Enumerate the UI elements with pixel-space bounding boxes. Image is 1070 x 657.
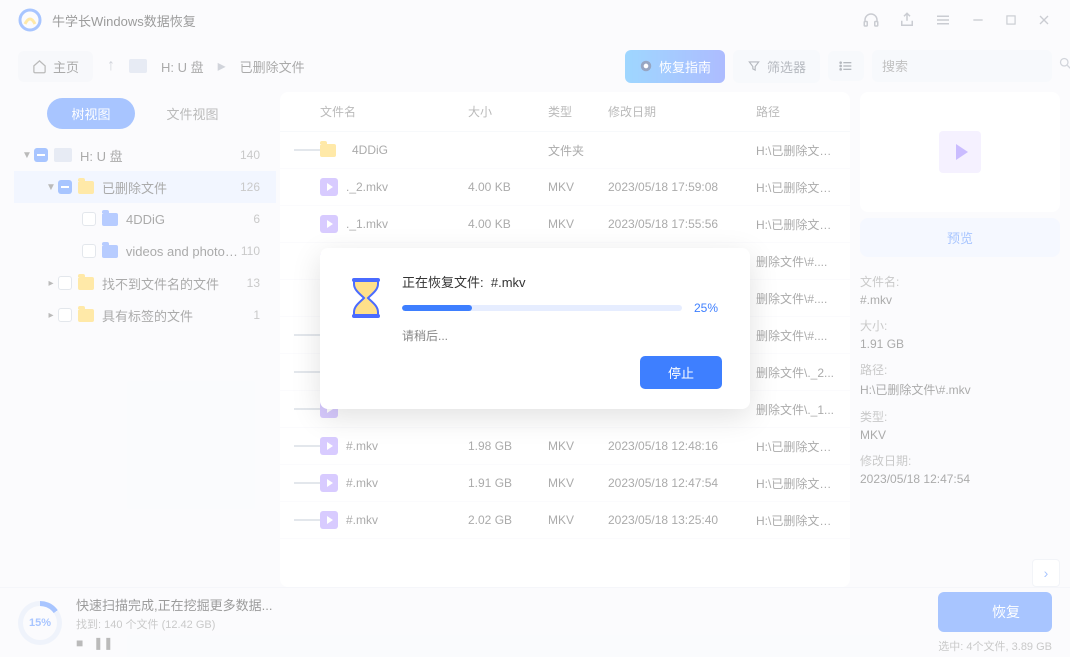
dialog-title: 正在恢复文件: #.mkv xyxy=(402,272,722,291)
hourglass-icon xyxy=(348,276,384,320)
dialog-percent: 25% xyxy=(694,301,718,315)
modal-overlay: 正在恢复文件: #.mkv 25% 请稍后... 停止 xyxy=(0,0,1070,657)
dialog-progress-bar xyxy=(402,305,682,311)
dialog-stop-button[interactable]: 停止 xyxy=(640,356,722,389)
recovery-dialog: 正在恢复文件: #.mkv 25% 请稍后... 停止 xyxy=(320,248,750,409)
dialog-wait-text: 请稍后... xyxy=(402,327,722,344)
